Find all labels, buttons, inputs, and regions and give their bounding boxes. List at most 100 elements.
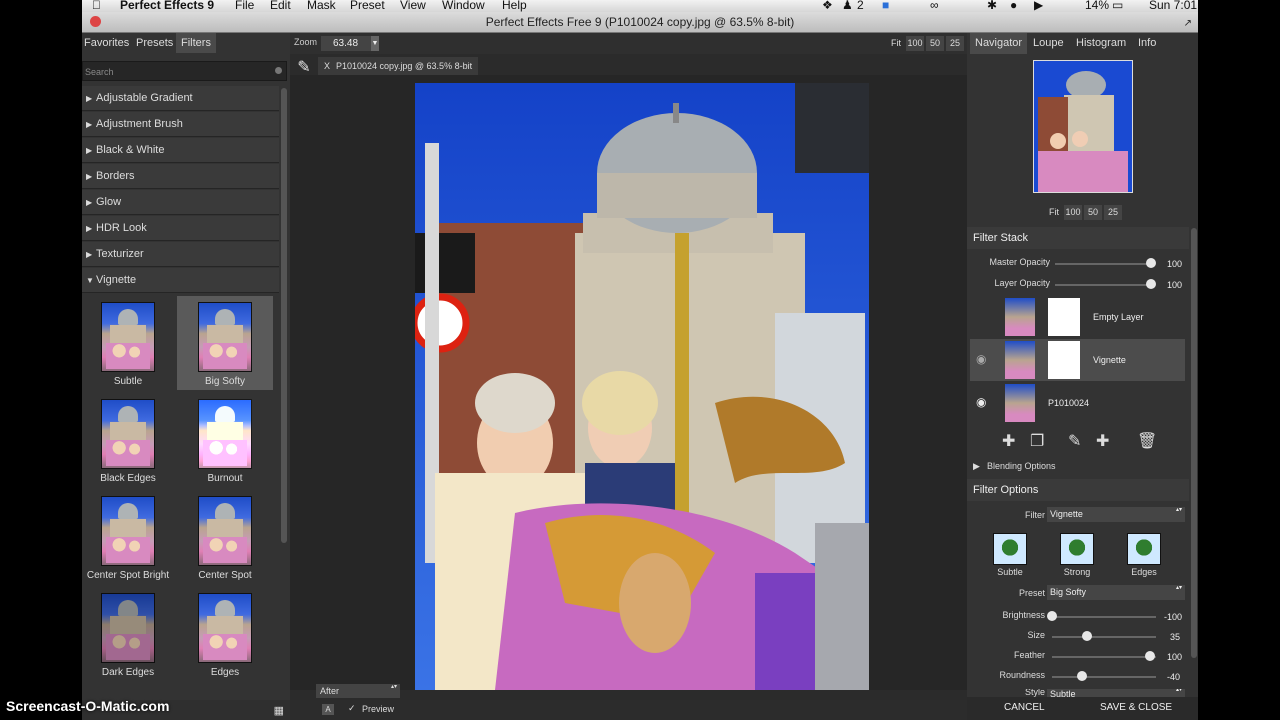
master-opacity-knob[interactable] [1146, 258, 1156, 268]
nav-100-button[interactable]: 100 [1064, 205, 1082, 220]
preset-dark-edges[interactable]: Dark Edges [80, 587, 176, 681]
menu-edit[interactable]: Edit [270, 0, 291, 12]
filter-preset-subtle-thumb[interactable] [993, 533, 1027, 565]
zoom-50-button[interactable]: 50 [926, 36, 944, 51]
dropbox-icon[interactable]: ❖ [822, 0, 833, 12]
zoom-input[interactable]: 63.48 ▼ [321, 36, 379, 51]
bluetooth-icon[interactable]: ✱ [987, 0, 997, 12]
left-scrollbar[interactable] [281, 88, 287, 543]
size-track[interactable] [1052, 636, 1156, 638]
nav-25-button[interactable]: 25 [1104, 205, 1122, 220]
menu-preset[interactable]: Preset [350, 0, 385, 12]
category-borders[interactable]: ▶ Borders [82, 164, 279, 189]
category-glow[interactable]: ▶ Glow [82, 190, 279, 215]
menu-window[interactable]: Window [442, 0, 485, 12]
nav-fit-button[interactable]: Fit [1046, 205, 1062, 220]
view-mode-select[interactable]: After [316, 684, 400, 698]
right-scrollbar[interactable] [1191, 228, 1197, 658]
app-status-icon[interactable]: ■ [882, 0, 889, 12]
save-close-button[interactable]: SAVE & CLOSE [1100, 702, 1172, 713]
menu-view[interactable]: View [400, 0, 426, 12]
preset-subtle[interactable]: Subtle [80, 296, 176, 390]
menu-file[interactable]: File [235, 0, 254, 12]
preset-select[interactable]: Big Softy [1047, 585, 1185, 600]
layer-row-empty[interactable]: Empty Layer [970, 296, 1185, 338]
preset-burnout[interactable]: Burnout [177, 393, 273, 487]
people-icon[interactable]: ♟ [842, 0, 853, 12]
roundness-knob[interactable] [1077, 671, 1087, 681]
blending-options-arrow-icon[interactable]: ▶ [973, 461, 980, 472]
grid-view-icon[interactable]: ▦ [274, 704, 284, 717]
brightness-track[interactable] [1052, 616, 1156, 618]
feather-knob[interactable] [1145, 651, 1155, 661]
category-hdr-look[interactable]: ▶ HDR Look [82, 216, 279, 241]
preset-center-spot-bright[interactable]: Center Spot Bright [80, 490, 176, 584]
preset-edges[interactable]: Edges [177, 587, 273, 681]
menu-mask[interactable]: Mask [307, 0, 336, 12]
zoom-dropdown-icon[interactable]: ▼ [371, 36, 379, 51]
filter-options-header[interactable]: Filter Options [967, 479, 1189, 501]
battery-text[interactable]: 14% [1085, 0, 1109, 12]
visibility-eye-icon[interactable]: ◉ [976, 395, 986, 409]
tab-filters[interactable]: Filters [176, 33, 216, 53]
app-menu[interactable]: Perfect Effects 9 [120, 0, 214, 12]
zoom-25-button[interactable]: 25 [946, 36, 964, 51]
tab-loupe[interactable]: Loupe [1033, 33, 1064, 54]
menu-help[interactable]: Help [502, 0, 527, 12]
wifi-icon[interactable]: ● [1010, 0, 1017, 12]
tab-info[interactable]: Info [1138, 33, 1156, 54]
clock[interactable]: Sun 7:01 P [1149, 0, 1198, 12]
visibility-eye-icon[interactable]: ◉ [976, 352, 986, 366]
cancel-button[interactable]: CANCEL [1004, 702, 1045, 713]
fullscreen-icon[interactable]: ↗ [1184, 14, 1192, 34]
adobe-icon[interactable]: ∞ [930, 0, 939, 12]
layer-row-vignette[interactable]: ◉ Vignette [970, 339, 1185, 381]
filter-preset-edges-thumb[interactable] [1127, 533, 1161, 565]
close-window-button[interactable] [90, 16, 101, 27]
filter-select[interactable]: Vignette [1047, 507, 1185, 522]
layer-mask-thumbnail[interactable] [1048, 298, 1080, 336]
battery-icon[interactable]: ▭ [1112, 0, 1123, 12]
brightness-knob[interactable] [1047, 611, 1057, 621]
apple-icon[interactable]:  [92, 0, 101, 12]
add-brush-mask-icon[interactable]: ✎ [1068, 431, 1081, 451]
layer-opacity-knob[interactable] [1146, 279, 1156, 289]
tab-navigator[interactable]: Navigator [970, 33, 1028, 54]
tab-histogram[interactable]: Histogram [1076, 33, 1126, 54]
volume-icon[interactable]: ▶ [1034, 0, 1043, 12]
compare-icon[interactable]: A [322, 704, 334, 715]
preset-black-edges[interactable]: Black Edges [80, 393, 176, 487]
add-gradient-mask-icon[interactable]: ✚ [1096, 431, 1109, 451]
size-knob[interactable] [1082, 631, 1092, 641]
filter-stack-header[interactable]: Filter Stack [967, 227, 1189, 249]
navigator-preview[interactable] [1033, 60, 1133, 193]
style-select[interactable]: Subtle [1047, 689, 1185, 697]
add-layer-icon[interactable]: ✚ [1002, 431, 1015, 451]
feather-track[interactable] [1052, 656, 1156, 658]
tab-favorites[interactable]: Favorites [84, 33, 129, 53]
delete-layer-icon[interactable]: 🗑 [1137, 431, 1157, 451]
zoom-fit-button[interactable]: Fit [888, 36, 904, 51]
category-vignette[interactable]: ▼ Vignette [82, 268, 279, 293]
category-adjustable-gradient[interactable]: ▶ Adjustable Gradient [82, 86, 279, 111]
document-tab[interactable]: X P1010024 copy.jpg @ 63.5% 8-bit [318, 57, 478, 75]
clear-search-icon[interactable] [275, 67, 282, 74]
preset-center-spot[interactable]: Center Spot [177, 490, 273, 584]
nav-50-button[interactable]: 50 [1084, 205, 1102, 220]
category-black-white[interactable]: ▶ Black & White [82, 138, 279, 163]
search-input[interactable]: Search [82, 61, 287, 81]
blending-options-label[interactable]: Blending Options [987, 461, 1056, 471]
duplicate-layer-icon[interactable]: ❐ [1030, 431, 1044, 451]
category-adjustment-brush[interactable]: ▶ Adjustment Brush [82, 112, 279, 137]
preview-checkbox[interactable]: ✓ [348, 703, 356, 714]
filter-preset-strong-thumb[interactable] [1060, 533, 1094, 565]
close-document-icon[interactable]: X [318, 61, 336, 71]
tab-presets[interactable]: Presets [136, 33, 173, 53]
zoom-100-button[interactable]: 100 [906, 36, 924, 51]
layer-mask-thumbnail[interactable] [1048, 341, 1080, 379]
roundness-track[interactable] [1052, 676, 1156, 678]
layer-opacity-track[interactable] [1055, 284, 1155, 286]
layer-row-base[interactable]: ◉ P1010024 [970, 382, 1185, 424]
category-texturizer[interactable]: ▶ Texturizer [82, 242, 279, 267]
preset-big-softy[interactable]: Big Softy [177, 296, 273, 390]
